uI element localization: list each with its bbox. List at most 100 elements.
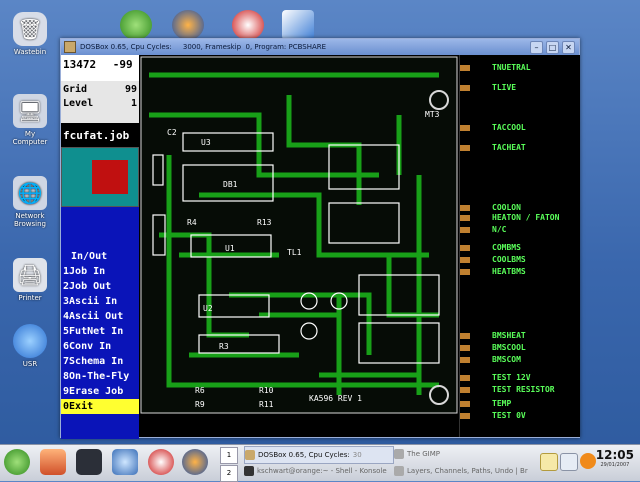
- menu-item-8[interactable]: 8On-The-Fly: [63, 369, 137, 384]
- printer-icon: 🖨: [13, 258, 47, 292]
- grid-level-box: Grid 99 Level 1: [61, 81, 139, 123]
- office-app-icon[interactable]: [282, 10, 314, 40]
- start-menu-icon[interactable]: [4, 449, 30, 475]
- minimize-button[interactable]: –: [530, 41, 543, 54]
- desktop-icon-label: Printer: [18, 294, 42, 302]
- home-icon[interactable]: [40, 449, 66, 475]
- update-icon[interactable]: [580, 453, 596, 469]
- menu-item-label: FutNet In: [69, 326, 124, 337]
- dosbox-icon: [64, 41, 76, 53]
- level-value: 1: [130, 98, 137, 109]
- gimp-task-icon: [394, 449, 404, 459]
- grid-value: 99: [124, 84, 137, 95]
- menu-item-0[interactable]: 0Exit: [61, 399, 139, 414]
- label-r6: R6: [195, 386, 205, 395]
- task-dosbox[interactable]: DOSBox 0.65, Cpu Cycles: 30: [244, 446, 394, 464]
- menu-item-7[interactable]: 7Schema In: [63, 354, 137, 369]
- menu-item-3[interactable]: 3Ascii In: [63, 294, 137, 309]
- signal-label: TACHEAT: [492, 143, 526, 152]
- menu-item-label: Erase Job: [69, 386, 124, 397]
- zoom-icon[interactable]: [560, 453, 578, 471]
- connector-pin: [460, 65, 470, 71]
- task-layers[interactable]: Layers, Channels, Paths, Undo | Br: [394, 463, 528, 479]
- suse-app-icon[interactable]: [120, 10, 152, 40]
- coord-x: 13472: [63, 58, 97, 71]
- pager-desktop-2[interactable]: 2: [220, 465, 238, 482]
- side-panel: 13472 -99 Grid 99 Level 1 fcufat.job In/…: [61, 55, 139, 439]
- desktop-icon-wastebin[interactable]: 🗑 Wastebin: [2, 12, 58, 56]
- clock-time: 12:05: [595, 448, 634, 462]
- network-tool-icon[interactable]: [112, 449, 138, 475]
- menu-item-label: Job In: [69, 266, 106, 277]
- pcb-board[interactable]: U3 DB1 U1 U2 R3 R4 R13 TL1 R10 R11 R6 R9…: [139, 55, 459, 437]
- job-name: fcufat.job: [61, 123, 139, 147]
- signal-label: TEST RESISTOR: [492, 385, 555, 394]
- maximize-button[interactable]: □: [546, 41, 559, 54]
- firefox-icon[interactable]: [182, 449, 208, 475]
- connector-pin: [460, 375, 470, 381]
- connector-pin: [460, 413, 470, 419]
- menu-item-label: Job Out: [69, 281, 112, 292]
- label-board-rev: KA596 REV 1: [309, 394, 362, 403]
- signal-label: BMSHEAT: [492, 331, 526, 340]
- window-titlebar[interactable]: DOSBox 0.65, Cpu Cycles: 3000, Frameskip…: [61, 39, 579, 55]
- desktop-icon-label: Network Browsing: [13, 212, 46, 228]
- label-r9: R9: [195, 400, 205, 409]
- connector-pin: [460, 269, 470, 275]
- signal-label: TLIVE: [492, 83, 517, 92]
- clock[interactable]: 12:05 29/01/2007: [596, 448, 634, 468]
- signal-label: TNUETRAL: [492, 63, 531, 72]
- menu-item-6[interactable]: 6Conv In: [63, 339, 137, 354]
- dosbox-task-icon: [245, 450, 255, 460]
- menu-item-5[interactable]: 5FutNet In: [63, 324, 137, 339]
- level-label: Level: [63, 98, 94, 109]
- connector-pin: [460, 227, 470, 233]
- desktop-icon-my-computer[interactable]: 🖥 My Computer: [2, 94, 58, 146]
- connector-pin: [460, 125, 470, 131]
- window-title: DOSBox 0.65, Cpu Cycles: 3000, Frameskip…: [80, 43, 327, 51]
- menu-item-label: Ascii Out: [69, 311, 124, 322]
- opera-icon[interactable]: [148, 449, 174, 475]
- menu-item-1[interactable]: 1Job In: [63, 264, 137, 279]
- dos-screen[interactable]: 13472 -99 Grid 99 Level 1 fcufat.job In/…: [61, 55, 580, 439]
- clock-date: 29/01/2007: [600, 462, 630, 468]
- terminal-icon[interactable]: [76, 449, 102, 475]
- dosbox-window[interactable]: DOSBox 0.65, Cpu Cycles: 3000, Frameskip…: [60, 38, 580, 439]
- opera-app-icon[interactable]: [232, 10, 264, 40]
- menu-header: In/Out: [71, 251, 108, 262]
- label-u2: U2: [203, 304, 213, 313]
- task-konsole[interactable]: kschwart@orange:~ - Shell - Konsole: [244, 463, 387, 479]
- menu-item-4[interactable]: 4Ascii Out: [63, 309, 137, 324]
- signal-label: HEATBMS: [492, 267, 526, 276]
- label-tl1: TL1: [287, 248, 302, 257]
- task-gimp-label: The GIMP: [407, 450, 440, 458]
- label-r4: R4: [187, 218, 197, 227]
- label-r11: R11: [259, 400, 274, 409]
- signal-label: HEATON / FATON: [492, 213, 560, 222]
- connector-pin: [460, 401, 470, 407]
- signal-label: TACCOOL: [492, 123, 526, 132]
- active-color-swatch: [92, 160, 128, 194]
- konsole-task-icon: [244, 466, 254, 476]
- menu-item-label: Ascii In: [69, 296, 118, 307]
- firefox-app-icon[interactable]: [172, 10, 204, 40]
- connector-pin: [460, 215, 470, 221]
- menu-item-2[interactable]: 2Job Out: [63, 279, 137, 294]
- connector-pin: [460, 245, 470, 251]
- signal-label: BMSCOM: [492, 355, 521, 364]
- menu-item-9[interactable]: 9Erase Job: [63, 384, 137, 399]
- desktop-icon-printer[interactable]: 🖨 Printer: [2, 258, 58, 302]
- signal-label: TEMP: [492, 399, 512, 408]
- desktop-icon-network-browsing[interactable]: 🌐 Network Browsing: [2, 176, 58, 228]
- clipboard-icon[interactable]: [540, 453, 558, 471]
- signal-labels: TNUETRAL TLIVE TACCOOL TACHEAT COOLON HEATON …: [459, 55, 580, 437]
- label-r10: R10: [259, 386, 274, 395]
- label-db1: DB1: [223, 180, 238, 189]
- pager-desktop-1[interactable]: 1: [220, 447, 238, 464]
- desktop-icon-usr[interactable]: USR: [2, 324, 58, 368]
- signal-label: COOLBMS: [492, 255, 526, 264]
- signal-label: TEST 0V: [492, 411, 526, 420]
- connector-pin: [460, 357, 470, 363]
- task-gimp[interactable]: The GIMP: [394, 446, 440, 462]
- close-button[interactable]: ✕: [562, 41, 575, 54]
